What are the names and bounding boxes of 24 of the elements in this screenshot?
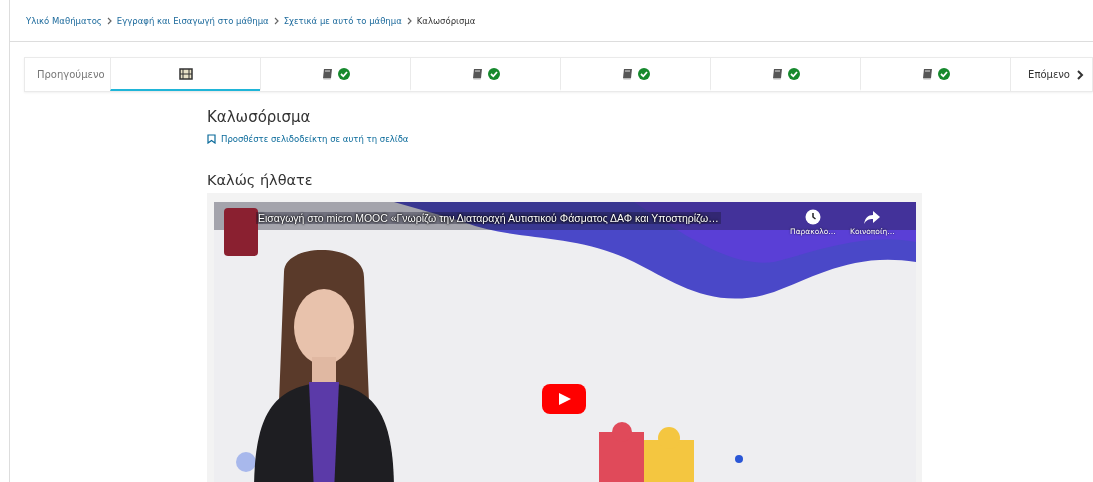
section-title: Καλώς ήλθατε xyxy=(207,172,314,188)
clock-icon xyxy=(804,209,821,225)
play-button[interactable] xyxy=(542,384,586,414)
bookmark-icon xyxy=(207,134,216,144)
chevron-icon xyxy=(406,17,412,25)
book-icon xyxy=(321,67,335,80)
book-icon xyxy=(921,67,935,80)
next-button[interactable]: Επόμενο xyxy=(1010,58,1092,91)
film-icon xyxy=(178,67,193,80)
share-icon xyxy=(864,209,881,225)
bookmark-link[interactable]: Προσθέστε σελιδοδείκτη σε αυτή τη σελίδα xyxy=(207,134,409,144)
book-icon xyxy=(471,67,485,80)
chevron-right-icon xyxy=(1076,69,1084,80)
breadcrumb-link[interactable]: Υλικό Μαθήματος xyxy=(26,16,102,26)
book-icon xyxy=(621,67,635,80)
unit-tab[interactable] xyxy=(110,58,260,91)
book-icon xyxy=(771,67,785,80)
chevron-icon xyxy=(106,17,112,25)
breadcrumb-link[interactable]: Σχετικά με αυτό το μάθημα xyxy=(283,16,402,26)
previous-button[interactable]: Προηγούμενο xyxy=(25,58,110,91)
chevron-icon xyxy=(273,17,279,25)
page-title: Καλωσόρισμα xyxy=(207,108,312,126)
breadcrumb-current: Καλωσόρισμα xyxy=(416,16,476,26)
breadcrumb-link[interactable]: Εγγραφή και Εισαγωγή στο μάθημα xyxy=(116,16,269,26)
